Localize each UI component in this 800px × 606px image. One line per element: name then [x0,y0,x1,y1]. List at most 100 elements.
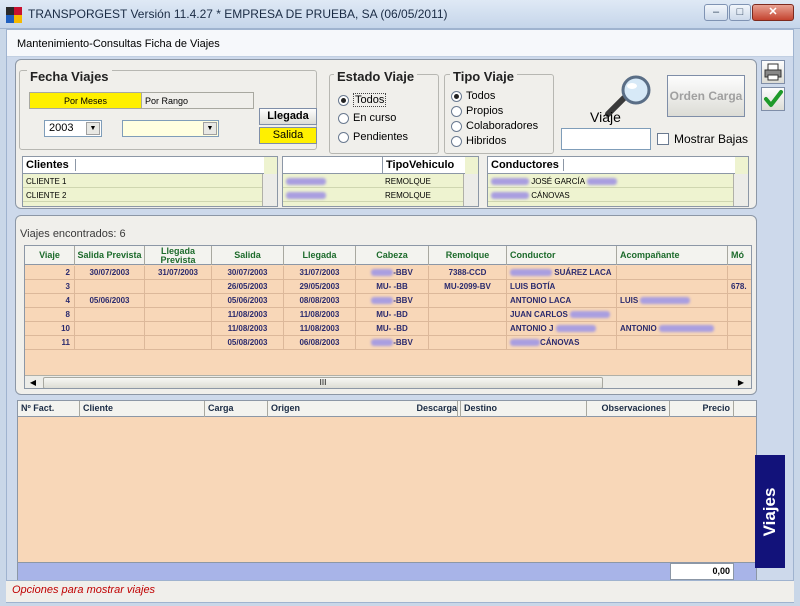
cell-conductor: ANTONIO LACA [507,294,617,308]
scroll-left-icon[interactable]: ◀ [27,377,39,388]
vehiculo-type: REMOLQUE [385,177,431,186]
list-item[interactable]: CÁNOVAS [488,189,734,202]
table-row[interactable]: 4 05/06/2003 05/06/2003 08/08/2003 -BBV … [25,294,751,308]
radio-icon[interactable] [338,131,349,143]
horizontal-scrollbar[interactable]: ◀ III ▶ [25,375,751,388]
viajes-count: Viajes encontrados: 6 [20,228,126,240]
estado-pendientes-option[interactable]: Pendientes [338,131,408,143]
printer-icon [764,63,782,81]
scroll-thumb[interactable]: III [43,377,603,388]
col-cabeza[interactable]: Cabeza [356,246,429,265]
maximize-button[interactable]: □ [729,4,751,21]
month-select[interactable]: ▼ [122,120,219,137]
table-row[interactable]: 8 11/08/2003 11/08/2003 MU- -BD JUAN CAR… [25,308,751,322]
col-n-fact[interactable]: Nº Fact. [18,401,80,417]
side-tab-label: Viajes [760,487,779,536]
radio-selected-icon[interactable] [338,94,349,106]
col-llegada[interactable]: Llegada [284,246,356,265]
cell-llegada: 06/08/2003 [284,336,356,350]
radio-icon[interactable] [451,120,462,132]
cell-viaje: 10 [25,322,75,336]
col-salida[interactable]: Salida [212,246,284,265]
scrollbar[interactable] [262,174,277,206]
cell-salida-prevista [75,308,145,322]
scroll-right-icon[interactable]: ▶ [735,377,747,388]
chevron-down-icon[interactable]: ▼ [86,122,100,135]
tipo-viaje-title: Tipo Viaje [450,69,517,84]
redacted-text [510,269,552,277]
list-item[interactable]: JOSÉ GARCÍA [488,175,734,188]
tipo-hibridos-option[interactable]: Hibridos [451,135,506,147]
col-cliente[interactable]: Cliente [80,401,205,417]
tipo-propios-option[interactable]: Propios [451,105,503,117]
mostrar-bajas-label: Mostrar Bajas [674,132,749,146]
print-button[interactable] [761,60,785,84]
col-salida-prevista[interactable]: Salida Prevista [75,246,145,265]
tipo-colaboradores-option[interactable]: Colaboradores [451,120,538,132]
list-item[interactable]: CLIENTE 1 [23,175,263,188]
chevron-down-icon[interactable]: ▼ [203,122,217,135]
orden-carga-button[interactable]: Orden Carga [667,75,745,117]
redacted-text [371,297,394,305]
tipo-todos-option[interactable]: Todos [451,90,495,102]
year-select[interactable]: 2003 ▼ [44,120,102,137]
close-button[interactable]: ✕ [752,4,794,21]
accept-button[interactable] [761,87,785,111]
list-item[interactable]: REMOLQUE [283,175,464,188]
cell-viaje: 3 [25,280,75,294]
radio-selected-icon[interactable] [451,90,462,102]
clientes-list[interactable]: Clientes CLIENTE 1 CLIENTE 2 [22,156,278,207]
tab-por-meses[interactable]: Por Meses [29,92,142,109]
estado-en-curso-option[interactable]: En curso [338,112,396,124]
scrollbar[interactable] [733,174,748,206]
tab-por-rango[interactable]: Por Rango [141,92,254,109]
list-item[interactable]: CLIENTE 2 [23,189,263,202]
col-observaciones[interactable]: Observaciones [587,401,670,417]
col-llegada-prevista[interactable]: Llegada Prevista [145,246,212,265]
col-movil[interactable]: Mó [728,246,751,265]
col-precio[interactable]: Precio [670,401,734,417]
cell-viaje: 2 [25,266,75,280]
cell-llegada: 11/08/2003 [284,322,356,336]
cell-remolque [429,294,507,308]
radio-icon[interactable] [451,135,462,147]
table-row[interactable]: 10 11/08/2003 11/08/2003 MU- -BD ANTONIO… [25,322,751,336]
cell-cabeza: MU- -BB [356,280,429,294]
vehiculos-list[interactable]: TipoVehiculo REMOLQUE REMOLQUE [282,156,479,207]
col-viaje[interactable]: Viaje [25,246,75,265]
col-conductor[interactable]: Conductor [507,246,617,265]
salida-button[interactable]: Salida [259,127,317,144]
viajes-grid[interactable]: Viaje Salida Prevista Llegada Prevista S… [24,245,752,389]
col-descarga[interactable]: Descarga [398,401,461,417]
tipo-propios-label: Propios [466,105,504,117]
conductores-list[interactable]: Conductores JOSÉ GARCÍA CÁNOVAS [487,156,749,207]
table-row[interactable]: 2 30/07/2003 31/07/2003 30/07/2003 31/07… [25,266,751,280]
estado-todos-option[interactable]: Todos [338,93,387,107]
col-carga[interactable]: Carga [205,401,268,417]
cell-llegada-prevista [145,322,212,336]
col-destino[interactable]: Destino [461,401,587,417]
minimize-button[interactable]: – [704,4,728,21]
viaje-input[interactable] [561,128,651,150]
radio-icon[interactable] [338,112,349,124]
list-item[interactable]: REMOLQUE [283,189,464,202]
table-row[interactable]: 3 26/05/2003 29/05/2003 MU- -BB MU-2099-… [25,280,751,294]
cell-salida: 11/08/2003 [212,308,284,322]
cabeza-value: -BBV [393,268,413,277]
mostrar-bajas-checkbox[interactable]: Mostrar Bajas [657,132,748,146]
cell-llegada-prevista [145,280,212,294]
col-remolque[interactable]: Remolque [429,246,507,265]
scrollbar[interactable] [463,174,478,206]
radio-icon[interactable] [451,105,462,117]
col-acompanante[interactable]: Acompañante [617,246,728,265]
detalle-grid[interactable]: Nº Fact. Cliente Carga Origen Descarga D… [17,400,757,580]
cell-salida-prevista [75,322,145,336]
side-tab-viajes[interactable]: Viajes [755,455,785,568]
llegada-button[interactable]: Llegada [259,108,317,125]
table-row[interactable]: 11 05/08/2003 06/08/2003 -BBV CÁNOVAS [25,336,751,350]
redacted-text [286,178,326,186]
checkbox-icon[interactable] [657,133,669,145]
vehiculos-header-label: TipoVehiculo [382,157,454,173]
cell-conductor: LUIS BOTÍA [507,280,617,294]
cell-acompanante [617,336,728,350]
